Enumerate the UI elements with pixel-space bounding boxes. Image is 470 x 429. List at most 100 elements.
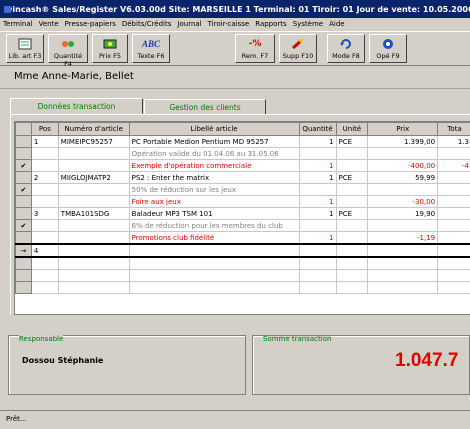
cell-pos[interactable]: 1 xyxy=(31,136,58,148)
cell-unit[interactable] xyxy=(336,270,368,282)
cell-price[interactable] xyxy=(368,244,438,257)
cell-unit[interactable] xyxy=(336,232,368,245)
cell-price[interactable]: 1.399,00 xyxy=(368,136,438,148)
cell-article-number[interactable]: MIIGLOJMATP2 xyxy=(58,172,129,184)
cell-quantity[interactable]: 1 xyxy=(299,232,336,245)
cell-unit[interactable]: PCE xyxy=(336,208,368,220)
cell-article-number[interactable] xyxy=(58,196,129,208)
cell-article-label[interactable] xyxy=(129,244,299,257)
table-row[interactable] xyxy=(16,257,470,270)
cell-total[interactable]: 1.3 xyxy=(438,136,470,148)
cell-price[interactable] xyxy=(368,184,438,196)
table-row[interactable]: ✔50% de réduction sur les jeux xyxy=(16,184,470,196)
cell-article-label[interactable] xyxy=(129,270,299,282)
cell-total[interactable] xyxy=(438,244,470,257)
operation-button[interactable]: Opé F9 xyxy=(369,34,407,63)
cell-article-label[interactable]: Opération valide du 01.04.06 au 31.05.06 xyxy=(129,148,299,160)
cell-unit[interactable]: PCE xyxy=(336,136,368,148)
cell-article-number[interactable] xyxy=(58,148,129,160)
menu-presse-papiers[interactable]: Presse-papiers xyxy=(62,20,119,28)
cell-quantity[interactable]: 1 xyxy=(299,172,336,184)
price-button[interactable]: Prix F5 xyxy=(92,34,128,63)
cell-quantity[interactable] xyxy=(299,270,336,282)
text-button[interactable]: ABC Texte F6 xyxy=(132,34,170,63)
cell-article-label[interactable]: Exemple d'opération commerciale xyxy=(129,160,299,172)
cell-pos[interactable] xyxy=(31,148,58,160)
cell-quantity[interactable]: 1 xyxy=(299,196,336,208)
cell-quantity[interactable] xyxy=(299,148,336,160)
cell-price[interactable]: -400,00 xyxy=(368,160,438,172)
cell-article-label[interactable]: Baladeur MP3 TSM 101 xyxy=(129,208,299,220)
table-row[interactable]: Opération valide du 01.04.06 au 31.05.06 xyxy=(16,148,470,160)
cell-quantity[interactable]: 1 xyxy=(299,136,336,148)
menu-tiroir-caisse[interactable]: Tiroir-caisse xyxy=(205,20,253,28)
cell-price[interactable] xyxy=(368,257,438,270)
table-row[interactable] xyxy=(16,282,470,294)
tab-donnees-transaction[interactable]: Données transaction xyxy=(10,98,143,114)
cell-pos[interactable] xyxy=(31,184,58,196)
cell-article-number[interactable] xyxy=(58,257,129,270)
tab-gestion-clients[interactable]: Gestion des clients xyxy=(144,99,266,115)
cell-total[interactable] xyxy=(438,270,470,282)
cell-unit[interactable] xyxy=(336,220,368,232)
table-row[interactable]: ✔Exemple d'opération commerciale1-400,00… xyxy=(16,160,470,172)
table-row[interactable]: Foire aux jeux1-30,00 xyxy=(16,196,470,208)
cell-unit[interactable] xyxy=(336,184,368,196)
cell-pos[interactable] xyxy=(31,270,58,282)
menu-systeme[interactable]: Système xyxy=(290,20,326,28)
table-row[interactable]: 1MIMEIPC95257PC Portable Medion Pentium … xyxy=(16,136,470,148)
cell-unit[interactable] xyxy=(336,257,368,270)
cell-quantity[interactable]: 1 xyxy=(299,160,336,172)
cell-pos[interactable]: 3 xyxy=(31,208,58,220)
cell-pos[interactable] xyxy=(31,160,58,172)
cell-article-number[interactable] xyxy=(58,184,129,196)
cell-total[interactable] xyxy=(438,172,470,184)
cell-quantity[interactable] xyxy=(299,184,336,196)
cell-article-label[interactable] xyxy=(129,257,299,270)
cell-article-number[interactable]: MIMEIPC95257 xyxy=(58,136,129,148)
menu-journal[interactable]: Journal xyxy=(174,20,204,28)
mode-button[interactable]: Mode F8 xyxy=(327,34,365,63)
cell-quantity[interactable] xyxy=(299,244,336,257)
cell-total[interactable] xyxy=(438,282,470,294)
cell-total[interactable] xyxy=(438,257,470,270)
cell-unit[interactable] xyxy=(336,160,368,172)
cell-unit[interactable]: PCE xyxy=(336,172,368,184)
cell-price[interactable]: 59,99 xyxy=(368,172,438,184)
cell-price[interactable] xyxy=(368,270,438,282)
header-article-label[interactable]: Libellé article xyxy=(129,123,299,136)
menu-debits-credits[interactable]: Débits/Crédits xyxy=(119,20,175,28)
table-row[interactable]: 3TMBA101SDGBaladeur MP3 TSM 1011PCE19,90 xyxy=(16,208,470,220)
cell-article-label[interactable]: Promotions club fidélité xyxy=(129,232,299,245)
header-total[interactable]: Tota xyxy=(438,123,470,136)
header-article-number[interactable]: Numéro d'article xyxy=(58,123,129,136)
cell-total[interactable]: -4 xyxy=(438,160,470,172)
cell-article-label[interactable] xyxy=(129,282,299,294)
discount-button[interactable]: -% Rem. F7 xyxy=(235,34,275,63)
cell-pos[interactable] xyxy=(31,196,58,208)
cell-total[interactable] xyxy=(438,220,470,232)
cell-unit[interactable] xyxy=(336,282,368,294)
cell-article-label[interactable]: PC Portable Medion Pentium MD 95257 xyxy=(129,136,299,148)
cell-article-label[interactable]: 50% de réduction sur les jeux xyxy=(129,184,299,196)
cell-quantity[interactable]: 1 xyxy=(299,208,336,220)
cell-price[interactable] xyxy=(368,220,438,232)
cell-unit[interactable] xyxy=(336,244,368,257)
menu-terminal[interactable]: Terminal xyxy=(0,20,36,28)
cell-price[interactable] xyxy=(368,148,438,160)
header-quantity[interactable]: Quantité xyxy=(299,123,336,136)
cell-pos[interactable] xyxy=(31,257,58,270)
header-pos[interactable]: Pos xyxy=(31,123,58,136)
cell-quantity[interactable] xyxy=(299,257,336,270)
cell-pos[interactable] xyxy=(31,220,58,232)
cell-total[interactable] xyxy=(438,208,470,220)
cell-article-label[interactable]: Foire aux jeux xyxy=(129,196,299,208)
cell-quantity[interactable] xyxy=(299,282,336,294)
header-price[interactable]: Prix xyxy=(368,123,438,136)
cell-article-number[interactable] xyxy=(58,160,129,172)
cell-article-number[interactable] xyxy=(58,270,129,282)
cell-pos[interactable]: 4 xyxy=(31,244,58,257)
cell-total[interactable] xyxy=(438,196,470,208)
cell-article-number[interactable] xyxy=(58,282,129,294)
cell-pos[interactable] xyxy=(31,282,58,294)
